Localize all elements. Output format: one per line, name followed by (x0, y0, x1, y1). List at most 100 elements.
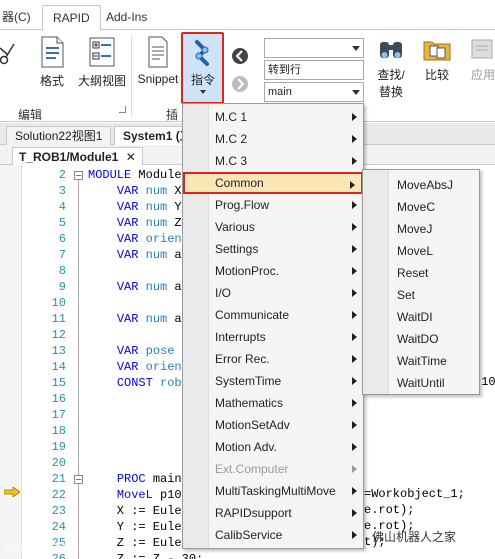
menu-item-mathematics[interactable]: Mathematics (183, 392, 363, 414)
procedure-dropdown[interactable]: main (264, 82, 364, 102)
menu-item-common[interactable]: Common (183, 172, 363, 194)
menu-item-motionproc[interactable]: MotionProc. (183, 260, 363, 282)
menu-item-label: Various (215, 220, 255, 234)
menu-item-waituntil[interactable]: WaitUntil (363, 372, 479, 394)
line-number: 24 (51, 520, 66, 534)
menu-item-i-o[interactable]: I/O (183, 282, 363, 304)
tab-addins[interactable]: Add-Ins (106, 5, 147, 29)
menu-item-various[interactable]: Various (183, 216, 363, 238)
menu-item-reset[interactable]: Reset (363, 262, 479, 284)
code-text: VAR pose c (116, 344, 189, 358)
menu-item-rapidsupport[interactable]: RAPIDsupport (183, 502, 363, 524)
chevron-right-icon (352, 113, 357, 121)
menu-item-movel[interactable]: MoveL (363, 240, 479, 262)
document-format-icon (41, 36, 64, 68)
line-number: 16 (51, 392, 66, 406)
line-number: 22 (51, 488, 66, 502)
chevron-right-icon (352, 355, 357, 363)
outline-label: 大纲视图 (77, 74, 126, 88)
find-replace-label-1: 查找/ (377, 68, 405, 82)
line-number: 4 (58, 200, 66, 214)
tab-rapid[interactable]: RAPID (42, 5, 101, 31)
code-text: VAR num ar (116, 248, 189, 262)
chevron-right-icon (352, 443, 357, 451)
ribbon-tabs: 器(C) RAPID Add-Ins (0, 0, 495, 31)
close-icon[interactable]: ✕ (126, 150, 136, 164)
forward-arrow-button[interactable] (232, 76, 248, 92)
chevron-right-icon (350, 181, 355, 189)
chevron-right-icon (352, 267, 357, 275)
menu-item-settings[interactable]: Settings (183, 238, 363, 260)
cut-button[interactable] (0, 40, 16, 70)
menu-item-ext-computer[interactable]: Ext.Computer (183, 458, 363, 480)
menu-item-m-c-2[interactable]: M.C 2 (183, 128, 363, 150)
collapse-icon[interactable]: − (74, 171, 83, 180)
dialog-launcher-icon[interactable] (119, 106, 126, 113)
apply-button[interactable]: 应用 (466, 36, 495, 83)
menu-item-multitaskingmultimove[interactable]: MultiTaskingMultiMove (183, 480, 363, 502)
menu-item-communicate[interactable]: Communicate (183, 304, 363, 326)
code-text: VAR num ar (116, 280, 189, 294)
program-pointer-icon (4, 487, 20, 497)
menu-item-label: Common (215, 176, 264, 190)
chevron-right-icon (352, 223, 357, 231)
chevron-right-icon (352, 531, 357, 539)
menu-item-motionsetadv[interactable]: MotionSetAdv (183, 414, 363, 436)
outline-view-button[interactable]: 大纲视图 (77, 36, 127, 89)
menu-item-label: Communicate (215, 308, 290, 322)
common-submenu: MoveAbsJ MoveC MoveJ MoveL Reset Set WaitDI Wai… (362, 169, 480, 395)
menu-item-label: Error Rec. (215, 352, 270, 366)
procedure-value: main (268, 86, 292, 98)
tab-module1[interactable]: T_ROB1/Module1 ✕ (12, 147, 143, 165)
snippet-button[interactable]: Snippet (136, 36, 180, 86)
goto-line-field[interactable]: 转到行 (264, 60, 364, 80)
chevron-right-icon (352, 399, 357, 407)
goto-line-label: 转到行 (268, 64, 301, 76)
menu-item-calibservice[interactable]: CalibService (183, 524, 363, 546)
apply-icon (471, 39, 493, 59)
collapse-icon[interactable]: − (74, 475, 83, 484)
chevron-right-icon (352, 377, 357, 385)
tab-solution-view[interactable]: Solution22视图1 (6, 126, 112, 145)
menu-item-waitdi[interactable]: WaitDI (363, 306, 479, 328)
menu-item-systemtime[interactable]: SystemTime (183, 370, 363, 392)
format-button[interactable]: 格式 (34, 36, 70, 89)
menu-item-motion-adv[interactable]: Motion Adv. (183, 436, 363, 458)
menu-item-interrupts[interactable]: Interrupts (183, 326, 363, 348)
menu-item-label: Mathematics (215, 396, 284, 410)
chevron-down-icon (352, 90, 360, 95)
watermark-left: 公众号 大硕智能 (4, 543, 85, 555)
menu-item-label: SystemTime (215, 374, 282, 388)
tab-controller[interactable]: 器(C) (2, 5, 31, 29)
chevron-right-icon (352, 311, 357, 319)
menu-item-label: Ext.Computer (215, 462, 289, 476)
instruction-label: 指令 (191, 73, 216, 87)
code-fragment-l22: =Workobject_1; (364, 487, 465, 501)
menu-item-waitdo[interactable]: WaitDO (363, 328, 479, 350)
menu-item-m-c-1[interactable]: M.C 1 (183, 106, 363, 128)
menu-item-movej[interactable]: MoveJ (363, 218, 479, 240)
line-number: 12 (51, 328, 66, 342)
instruction-button[interactable]: 指令 (181, 32, 224, 104)
menu-item-label: MultiTaskingMultiMove (215, 484, 336, 498)
code-text: MoveL p10, (116, 488, 189, 502)
find-replace-button[interactable]: 查找/ 替换 (374, 36, 408, 100)
history-dropdown[interactable] (264, 38, 364, 58)
menu-item-moveabsj[interactable]: MoveAbsJ (363, 174, 479, 196)
module-tab-label: T_ROB1/Module1 (19, 150, 119, 164)
menu-item-set[interactable]: Set (363, 284, 479, 306)
menu-item-prog-flow[interactable]: Prog.Flow (183, 194, 363, 216)
menu-item-m-c-3[interactable]: M.C 3 (183, 150, 363, 172)
menu-item-label: Settings (215, 242, 259, 256)
code-text: MODULE Module1 (88, 168, 189, 182)
compare-button[interactable]: 比较 (420, 36, 454, 83)
snippet-label: Snippet (137, 72, 179, 86)
menu-item-waittime[interactable]: WaitTime (363, 350, 479, 372)
menu-item-label: CalibService (215, 528, 283, 542)
apply-label: 应用 (470, 68, 495, 82)
menu-item-movec[interactable]: MoveC (363, 196, 479, 218)
back-arrow-button[interactable] (232, 48, 248, 64)
line-number: 21 (51, 472, 66, 486)
menu-item-error-rec[interactable]: Error Rec. (183, 348, 363, 370)
line-number: 2 (58, 168, 66, 182)
